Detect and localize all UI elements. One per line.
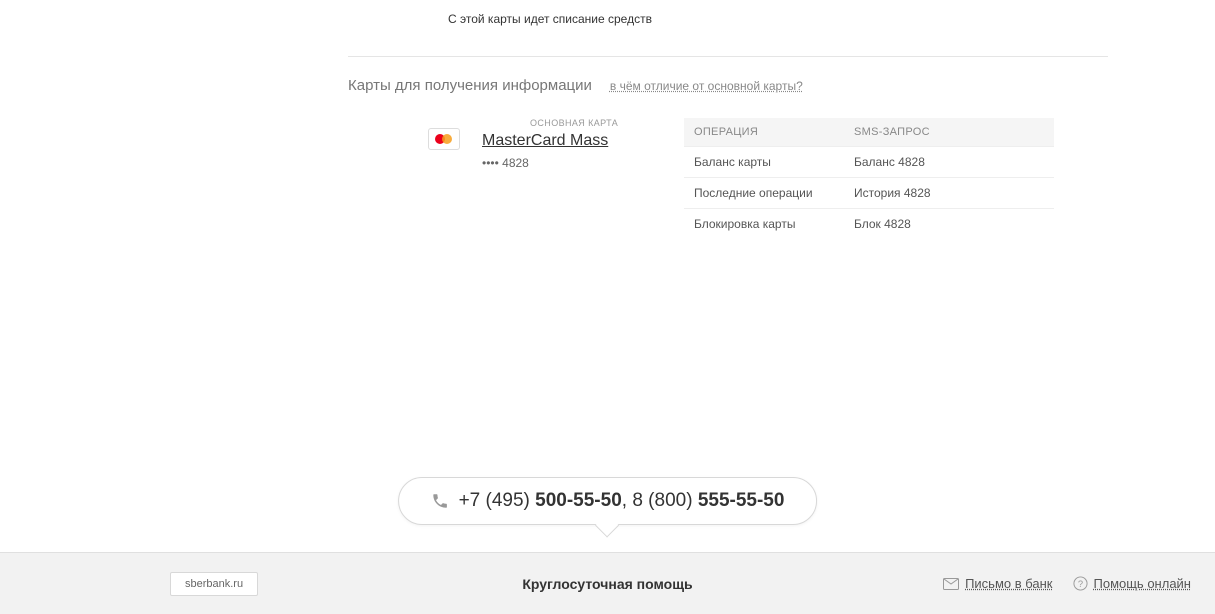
difference-link[interactable]: в чём отличие от основной карты? [610,79,803,93]
main-content: С этой карты идет списание средств Карты… [0,0,1215,239]
section-header: Карты для получения информации в чём отл… [348,77,1215,94]
op-cell: Последние операции [684,178,844,209]
sms-cell: Блок 4828 [844,209,1054,240]
primary-card-label: ОСНОВНАЯ КАРТА [530,118,662,128]
help-title: Круглосуточная помощь [522,576,692,592]
divider [348,56,1108,57]
phone-text: +7 (495) 500-55-50, 8 (800) 555-55-50 [459,490,785,512]
card-name-link[interactable]: MasterCard Mass [482,132,608,150]
table-row: Последние операции История 4828 [684,178,1054,209]
site-chip[interactable]: sberbank.ru [170,572,258,596]
mail-icon [943,578,959,590]
footer-links: Письмо в банк ? Помощь онлайн [943,576,1191,591]
svg-text:?: ? [1077,579,1082,589]
mastercard-icon [428,128,460,150]
section-title: Карты для получения информации [348,77,592,94]
op-cell: Баланс карты [684,147,844,178]
question-icon: ? [1073,576,1088,591]
phone-icon [431,492,449,510]
op-cell: Блокировка карты [684,209,844,240]
mail-link[interactable]: Письмо в банк [943,576,1052,591]
debit-notice: С этой карты идет списание средств [448,12,1215,26]
sms-cell: История 4828 [844,178,1054,209]
col-operation: ОПЕРАЦИЯ [684,118,844,147]
sms-cell: Баланс 4828 [844,147,1054,178]
operations-table: ОПЕРАЦИЯ SMS-ЗАПРОС Баланс карты Баланс … [684,118,1054,239]
table-row: Баланс карты Баланс 4828 [684,147,1054,178]
phone-bubble: +7 (495) 500-55-50, 8 (800) 555-55-50 [398,477,818,525]
footer-inner: sberbank.ru Круглосуточная помощь Письмо… [0,553,1215,614]
card-masked-number: •••• 4828 [482,156,662,170]
online-help-link[interactable]: ? Помощь онлайн [1073,576,1192,591]
footer: +7 (495) 500-55-50, 8 (800) 555-55-50 sb… [0,552,1215,614]
col-sms: SMS-ЗАПРОС [844,118,1054,147]
table-row: Блокировка карты Блок 4828 [684,209,1054,240]
card-info: ОСНОВНАЯ КАРТА MasterCard Mass •••• 4828 [482,118,662,239]
card-block: ОСНОВНАЯ КАРТА MasterCard Mass •••• 4828… [428,118,1215,239]
